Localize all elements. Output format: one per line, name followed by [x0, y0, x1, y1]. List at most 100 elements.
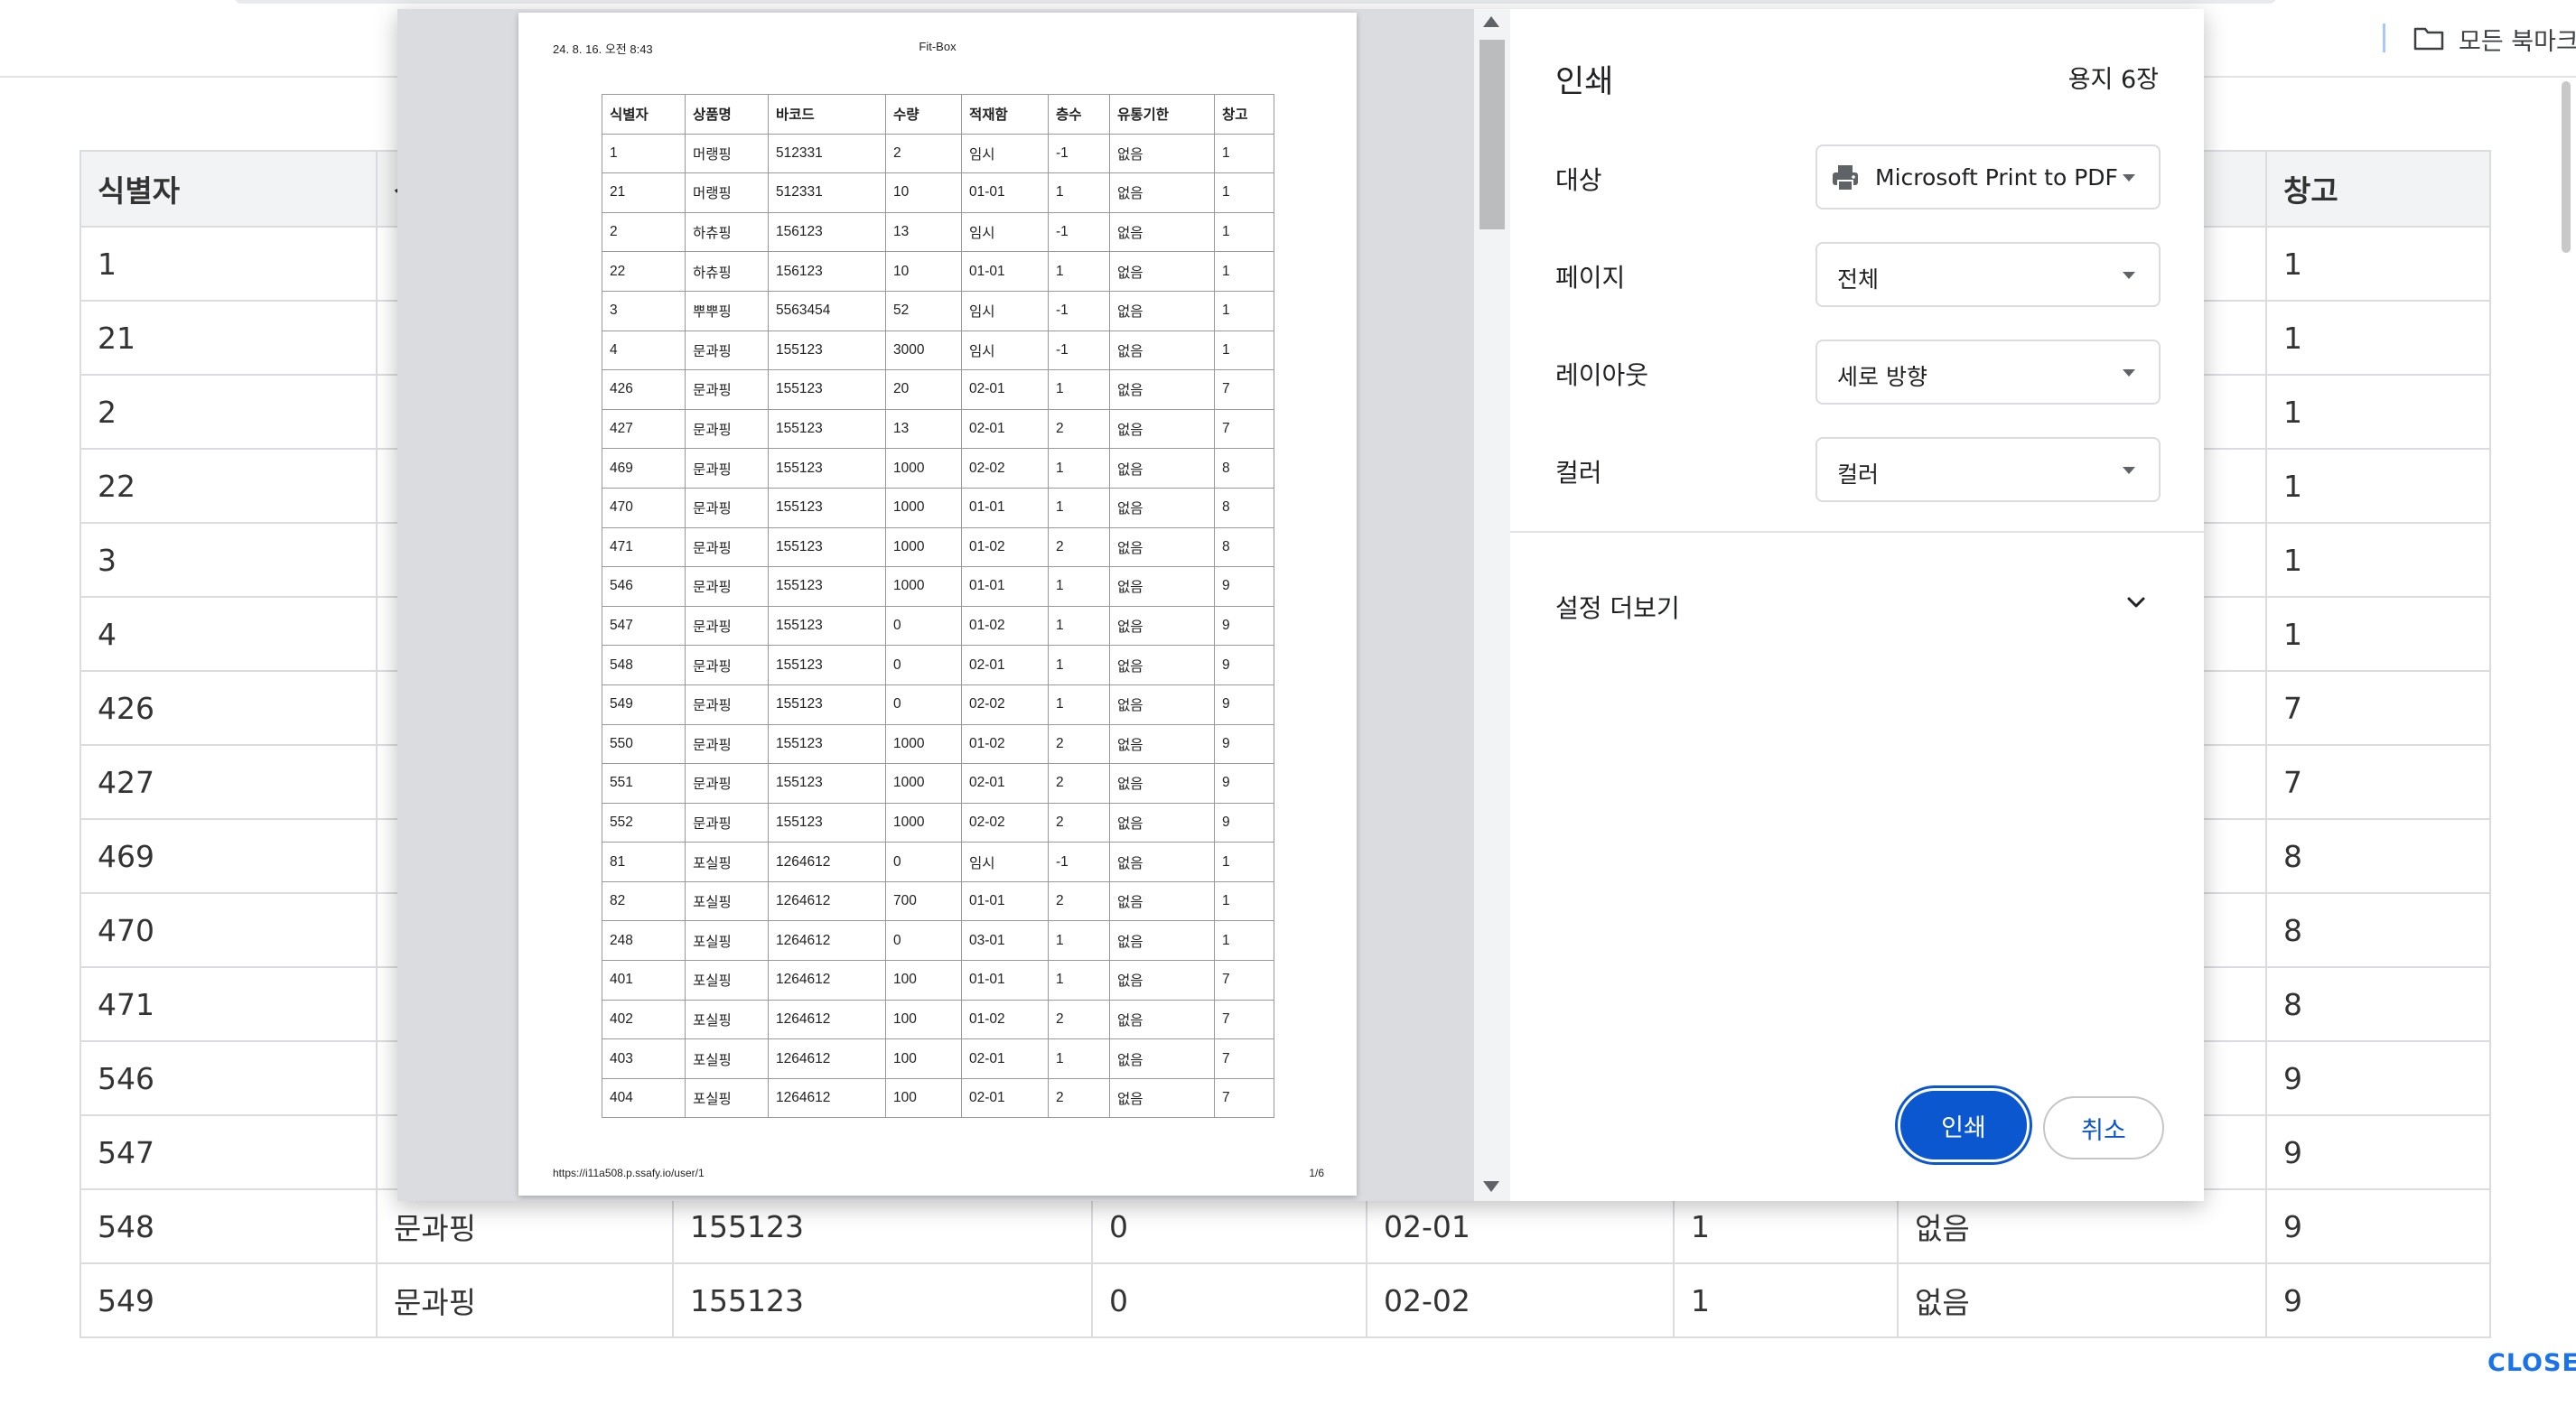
table-cell: 155123 [768, 723, 886, 765]
table-cell: 1 [2265, 300, 2491, 376]
table-cell: 155123 [768, 605, 886, 647]
table-cell: 552 [602, 802, 686, 843]
preview-table-row: 404 포실핑 1264612 100 02-01 2 없음 7 [602, 1077, 1274, 1119]
table-cell: 없음 [1109, 723, 1215, 765]
preview-table-row: 4 문과핑 155123 3000 임시 -1 없음 1 [602, 330, 1274, 371]
sheet-count: 용지 6장 [2067, 66, 2159, 94]
table-cell: 3 [602, 290, 686, 331]
table-cell: 1 [79, 226, 378, 302]
all-bookmarks-link[interactable]: 모든 북마크 [2459, 22, 2576, 57]
folder-icon[interactable] [2413, 25, 2444, 51]
pages-select[interactable]: 전체 [1815, 242, 2161, 307]
more-settings-toggle[interactable]: 설정 더보기 [1555, 578, 2161, 632]
table-cell: 9 [1214, 684, 1274, 725]
scroll-down-arrow-icon[interactable] [1483, 1181, 1499, 1192]
settings-divider [1510, 531, 2204, 533]
table-cell: 없음 [1109, 645, 1215, 685]
table-cell: 01-01 [961, 566, 1049, 607]
table-cell: 포실핑 [685, 842, 769, 882]
table-cell: 155123 [768, 448, 886, 489]
table-cell: 469 [602, 448, 686, 489]
table-cell: 없음 [1109, 960, 1215, 1001]
preview-page-number: 1/6 [1309, 1167, 1324, 1179]
table-cell: 82 [602, 880, 686, 922]
table-cell: 없음 [1109, 684, 1215, 725]
table-cell: 2 [1048, 1077, 1110, 1119]
table-cell: 없음 [1109, 842, 1215, 882]
table-cell: 02-01 [961, 1038, 1049, 1079]
table-cell: 머랭핑 [685, 172, 769, 213]
table-cell: 9 [2265, 1040, 2491, 1116]
table-cell: 01-02 [961, 605, 1049, 647]
table-cell: 426 [602, 369, 686, 410]
table-cell: 문과핑 [376, 1262, 674, 1338]
table-cell: 01-01 [961, 880, 1049, 922]
table-cell: 2 [1048, 880, 1110, 922]
table-cell: 9 [2265, 1188, 2491, 1264]
page-scrollbar-thumb[interactable] [2562, 81, 2571, 253]
table-cell: 7 [1214, 1038, 1274, 1079]
preview-scrollbar[interactable] [1474, 9, 1510, 1201]
preview-table-row: 471 문과핑 155123 1000 01-02 2 없음 8 [602, 526, 1274, 568]
table-cell: 1264612 [768, 1038, 886, 1079]
table-cell: 포실핑 [685, 999, 769, 1040]
table-cell: 01-01 [961, 487, 1049, 528]
table-cell: 머랭핑 [685, 133, 769, 174]
table-cell: 1 [1214, 290, 1274, 331]
preview-scrollbar-thumb[interactable] [1479, 40, 1505, 229]
table-cell: 1 [1048, 172, 1110, 213]
preview-table-row: 3 뿌뿌핑 5563454 52 임시 -1 없음 1 [602, 290, 1274, 331]
preview-table-row: 426 문과핑 155123 20 02-01 1 없음 7 [602, 369, 1274, 410]
table-cell: 0 [885, 645, 962, 685]
cancel-button[interactable]: 취소 [2043, 1096, 2164, 1159]
table-cell: 없음 [1109, 133, 1215, 174]
table-cell: 1 [1048, 487, 1110, 528]
destination-select[interactable]: Microsoft Print to PDF [1815, 144, 2161, 210]
table-cell: 2 [1048, 763, 1110, 804]
table-cell: 9 [1214, 605, 1274, 647]
preview-table-row: 470 문과핑 155123 1000 01-01 1 없음 8 [602, 487, 1274, 528]
table-cell: 156123 [768, 251, 886, 292]
table-cell: 없음 [1109, 526, 1215, 568]
table-cell: 포실핑 [685, 920, 769, 962]
table-cell: 1000 [885, 487, 962, 528]
table-cell: 1 [1214, 172, 1274, 213]
close-button[interactable]: CLOSE [2487, 1349, 2576, 1377]
table-cell: 7 [2265, 744, 2491, 820]
color-select[interactable]: 컬러 [1815, 437, 2161, 502]
table-cell: 21 [79, 300, 378, 376]
table-cell: 02-01 [961, 408, 1049, 450]
table-cell: 없음 [1109, 172, 1215, 213]
table-cell: 문과핑 [685, 566, 769, 607]
table-cell: 10 [885, 251, 962, 292]
table-cell: 문과핑 [685, 448, 769, 489]
table-cell: 547 [79, 1114, 378, 1190]
table-cell: 임시 [961, 330, 1049, 371]
table-cell: 문과핑 [685, 802, 769, 843]
table-cell: 1 [1214, 133, 1274, 174]
table-cell: 01-01 [961, 251, 1049, 292]
table-cell: 1 [1048, 251, 1110, 292]
table-cell: 01-02 [961, 723, 1049, 765]
table-cell: 7 [1214, 999, 1274, 1040]
table-cell: 1 [1048, 684, 1110, 725]
table-cell: 임시 [961, 211, 1049, 253]
table-cell: 8 [2265, 966, 2491, 1042]
column-header: 수량 [885, 94, 962, 135]
table-cell: 하츄핑 [685, 211, 769, 253]
table-cell: 1 [2265, 226, 2491, 302]
table-cell: 없음 [1109, 802, 1215, 843]
layout-select[interactable]: 세로 방향 [1815, 340, 2161, 405]
destination-label: 대상 [1555, 165, 1602, 195]
table-cell: 2 [602, 211, 686, 253]
table-cell: 155123 [768, 763, 886, 804]
table-cell: 1 [1048, 369, 1110, 410]
table-cell: 2 [79, 374, 378, 450]
table-cell: 1 [1673, 1262, 1899, 1338]
table-cell: 없음 [1109, 999, 1215, 1040]
table-cell: 문과핑 [685, 330, 769, 371]
table-cell: -1 [1048, 330, 1110, 371]
print-button[interactable]: 인쇄 [1900, 1091, 2027, 1159]
print-dialog-title: 인쇄 [1555, 64, 1614, 100]
scroll-up-arrow-icon[interactable] [1483, 16, 1499, 27]
